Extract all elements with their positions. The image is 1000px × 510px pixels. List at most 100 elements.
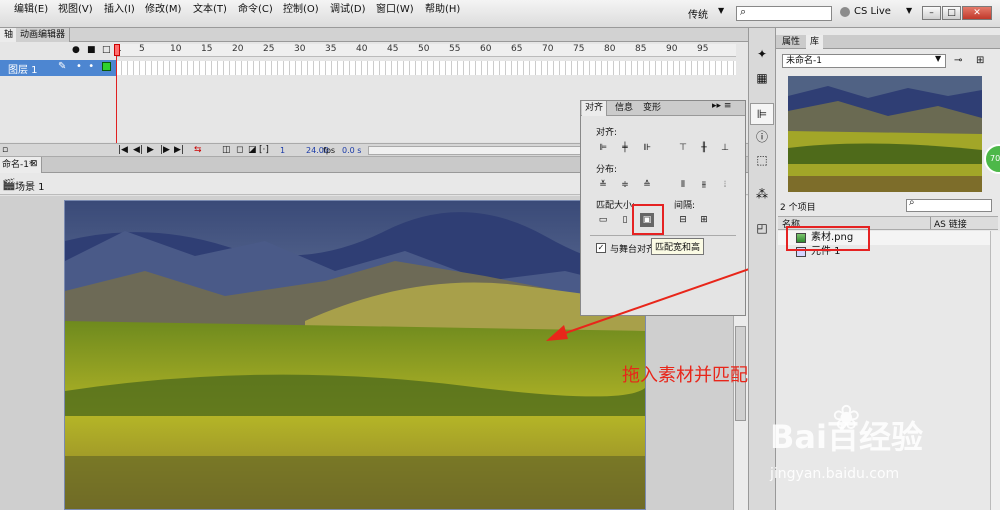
close-icon[interactable]: ⊠ — [30, 159, 38, 169]
menu-debug[interactable]: 调试(D) — [330, 0, 366, 15]
help-search-input[interactable] — [736, 6, 832, 21]
chevron-down-icon[interactable]: ▼ — [906, 6, 912, 15]
preview-image — [788, 76, 982, 192]
ruler-number: 60 — [480, 44, 492, 54]
ruler-number: 15 — [201, 44, 213, 54]
align-top-icon[interactable]: ⊤ — [676, 141, 690, 155]
last-frame-icon[interactable]: ▶| — [174, 145, 184, 155]
tab-library[interactable]: 库 — [806, 35, 824, 49]
menu-help[interactable]: 帮助(H) — [425, 0, 460, 15]
tab-motion-editor[interactable]: 动画编辑器 — [16, 28, 71, 42]
trash-icon[interactable]: ▫ — [2, 145, 8, 155]
align-to-stage-label: 与舞台对齐 — [610, 245, 656, 255]
first-frame-icon[interactable]: |◀ — [118, 145, 128, 155]
playhead-handle[interactable] — [114, 44, 120, 56]
distribute-right-icon[interactable]: ⦙ — [718, 178, 732, 192]
play-icon[interactable]: ▶ — [147, 145, 154, 155]
layer-name[interactable]: 图层 1 — [8, 61, 38, 76]
column-divider[interactable] — [930, 217, 931, 229]
menu-modify[interactable]: 修改(M) — [145, 0, 181, 15]
menu-view[interactable]: 视图(V) — [58, 0, 93, 15]
ruler-number: 25 — [263, 44, 275, 54]
align-icon[interactable]: ⊫ — [752, 104, 772, 124]
playhead[interactable] — [116, 44, 121, 144]
onion-outline-icon[interactable]: ◻ — [236, 145, 243, 155]
ruler-number: 75 — [573, 44, 585, 54]
align-right-icon[interactable]: ⊪ — [640, 141, 654, 155]
align-left-icon[interactable]: ⊫ — [596, 141, 610, 155]
match-size-highlight — [632, 204, 664, 235]
match-height-icon[interactable]: ▯ — [618, 213, 632, 227]
tab-properties[interactable]: 属性 — [778, 35, 804, 49]
scene-breadcrumb[interactable]: 场景 1 — [15, 178, 45, 193]
menu-window[interactable]: 窗口(W) — [376, 0, 414, 15]
distribute-bottom-icon[interactable]: ≙ — [640, 178, 654, 192]
step-back-icon[interactable]: ◀| — [133, 145, 143, 155]
distribute-left-icon[interactable]: ⦀ — [676, 178, 690, 192]
tools-icon[interactable]: ✦ — [752, 44, 772, 64]
timeline-tab-bar — [0, 28, 748, 42]
eye-icon[interactable]: ● — [72, 45, 80, 55]
onion-skin-icon[interactable]: ◫ — [222, 145, 231, 155]
menu-control[interactable]: 控制(O) — [283, 0, 319, 15]
outline-icon[interactable]: □ — [102, 45, 111, 55]
lock-icon[interactable]: ■ — [87, 45, 96, 55]
onion-markers-icon[interactable]: [·] — [259, 145, 269, 155]
watermark-url: jingyan.baidu.com — [770, 466, 900, 482]
step-forward-icon[interactable]: |▶ — [160, 145, 170, 155]
tab-align[interactable]: 对齐 — [582, 101, 608, 116]
loop-icon[interactable]: ⇆ — [194, 145, 202, 155]
layer-visibility-dots[interactable]: • • — [76, 61, 94, 72]
layer-outline-color[interactable] — [102, 62, 111, 71]
menu-commands[interactable]: 命令(C) — [238, 0, 273, 15]
frame-rate-unit: fps — [323, 146, 336, 155]
maximize-button[interactable]: □ — [942, 6, 961, 20]
stage-landscape-image[interactable] — [64, 200, 646, 510]
align-center-h-icon[interactable]: ╪ — [618, 141, 632, 155]
ruler-number: 50 — [418, 44, 430, 54]
align-bottom-icon[interactable]: ⊥ — [718, 141, 732, 155]
motion-presets-icon[interactable]: ◰ — [752, 218, 772, 238]
ruler-number: 55 — [449, 44, 461, 54]
swatches-icon[interactable]: ▦ — [752, 68, 772, 88]
pencil-icon: ✎ — [58, 61, 67, 72]
transform-icon[interactable]: ⬚ — [752, 150, 772, 170]
space-evenly-v-icon[interactable]: ⊟ — [676, 213, 690, 227]
edit-multiple-frames-icon[interactable]: ◪ — [248, 145, 257, 155]
space-evenly-h-icon[interactable]: ⊞ — [697, 213, 711, 227]
align-middle-v-icon[interactable]: ╫ — [697, 141, 711, 155]
workspace-switcher[interactable]: 传统 — [688, 6, 708, 21]
menu-insert[interactable]: 插入(I) — [104, 0, 135, 15]
tab-info[interactable]: 信息 — [612, 101, 636, 116]
distribute-section-label: 分布: — [596, 165, 618, 175]
frame-cells[interactable] — [116, 61, 736, 75]
distribute-center-h-icon[interactable]: ⫵ — [697, 178, 711, 192]
library-search-input[interactable] — [906, 199, 992, 212]
menu-edit[interactable]: 编辑(E) — [14, 0, 48, 15]
ruler-number: 65 — [511, 44, 523, 54]
align-section-label: 对齐: — [596, 128, 618, 138]
match-width-icon[interactable]: ▭ — [596, 213, 610, 227]
tab-transform[interactable]: 变形 — [640, 101, 664, 116]
distribute-top-icon[interactable]: ≚ — [596, 178, 610, 192]
library-scrollbar[interactable] — [990, 231, 1000, 510]
menu-text[interactable]: 文本(T) — [193, 0, 227, 15]
new-library-icon[interactable]: ⊞ — [976, 55, 984, 66]
ruler-number: 90 — [666, 44, 678, 54]
cs-live-icon — [840, 6, 850, 17]
pin-icon[interactable]: ⊸ — [954, 55, 962, 66]
components-icon[interactable]: ⁂ — [752, 184, 772, 204]
distribute-center-v-icon[interactable]: ≑ — [618, 178, 632, 192]
align-to-stage-checkbox[interactable]: ✓ — [596, 243, 606, 253]
cs-live-button[interactable]: CS Live — [840, 6, 891, 17]
panel-menu-icon[interactable]: ▸▸ ≡ — [712, 101, 731, 111]
spacing-section-label: 间隔: — [674, 201, 696, 211]
minimize-button[interactable]: – — [922, 6, 941, 20]
chevron-down-icon[interactable]: ▼ — [718, 6, 724, 15]
close-button[interactable]: ✕ — [962, 6, 992, 20]
ruler-number: 45 — [387, 44, 399, 54]
info-icon[interactable]: ⓘ — [752, 127, 772, 147]
chevron-down-icon[interactable]: ▼ — [935, 54, 941, 63]
column-as-linkage[interactable]: AS 链接 — [934, 217, 967, 230]
library-document-select[interactable]: 未命名-1 — [782, 54, 946, 68]
